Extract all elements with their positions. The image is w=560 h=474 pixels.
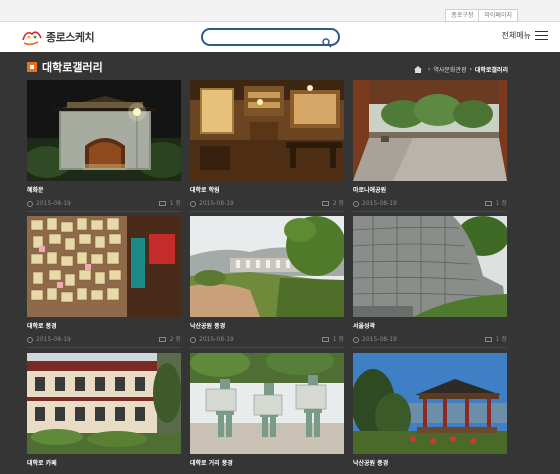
utility-links: 종로구청 마이페이지 bbox=[445, 9, 518, 22]
search-input[interactable] bbox=[211, 32, 321, 43]
search-icon[interactable] bbox=[322, 33, 332, 48]
clock-icon bbox=[353, 201, 359, 207]
gallery-meta: 2015-08-19 1 장 bbox=[190, 336, 344, 348]
gallery-caption[interactable]: 대학로 카페 bbox=[27, 460, 181, 468]
clock-icon bbox=[190, 201, 196, 207]
gallery-thumbnail[interactable] bbox=[27, 216, 181, 317]
mypage-link[interactable]: 마이페이지 bbox=[478, 10, 517, 21]
gallery-item[interactable]: 낙산공원 풍경 2015-08-19 1 장 bbox=[190, 216, 344, 348]
all-menu-button[interactable]: 전체메뉴 bbox=[502, 30, 548, 41]
gallery-caption[interactable]: 낙산공원 풍경 bbox=[353, 460, 507, 468]
gallery-caption[interactable]: 서울성곽 bbox=[353, 323, 507, 331]
gallery-date: 2015-08-19 bbox=[199, 200, 234, 207]
photo-count-icon bbox=[485, 337, 492, 342]
page-title: 대학로갤러리 bbox=[42, 61, 103, 74]
site-header: 종로스케치 전체메뉴 bbox=[0, 22, 560, 52]
gallery-photo-count: 1 장 bbox=[332, 336, 344, 343]
photo-count-icon bbox=[322, 201, 329, 206]
gallery-caption[interactable]: 대학로 학림 bbox=[190, 187, 344, 195]
gallery-date: 2015-08-19 bbox=[362, 336, 397, 343]
gallery-caption[interactable]: 대학로 풍경 bbox=[27, 323, 181, 331]
photo-count-icon bbox=[485, 201, 492, 206]
gallery-item[interactable]: 대학로 학림 2015-08-19 2 장 bbox=[190, 80, 344, 212]
page-title-bar: 대학로갤러리 › 역사문화관광 › 대학로갤러리 bbox=[0, 52, 560, 80]
logo-emblem-icon bbox=[20, 26, 44, 48]
gallery-caption[interactable]: 대학로 거리 풍경 bbox=[190, 460, 344, 468]
clock-icon bbox=[353, 337, 359, 343]
gallery-meta: 2015-08-19 1 장 bbox=[27, 200, 181, 212]
jongno-office-link[interactable]: 종로구청 bbox=[446, 10, 478, 21]
gallery-caption[interactable]: 혜화문 bbox=[27, 187, 181, 195]
gallery-date: 2015-08-19 bbox=[36, 200, 71, 207]
breadcrumb-item-culture[interactable]: 역사문화관광 bbox=[433, 65, 466, 74]
gallery-thumbnail[interactable] bbox=[353, 353, 507, 454]
photo-count-icon bbox=[159, 201, 166, 206]
search-box bbox=[201, 28, 340, 48]
gallery-meta: 2015-08-19 1 장 bbox=[353, 200, 507, 212]
gallery-meta: 2015-08-19 2 장 bbox=[27, 336, 181, 348]
gallery-caption[interactable]: 낙산공원 풍경 bbox=[190, 323, 344, 331]
gallery-thumbnail[interactable] bbox=[190, 216, 344, 317]
utility-bar: 종로구청 마이페이지 bbox=[0, 0, 560, 22]
gallery-date: 2015-08-19 bbox=[362, 200, 397, 207]
gallery-photo-count: 1 장 bbox=[495, 336, 507, 343]
logo-text: 종로스케치 bbox=[46, 31, 95, 44]
gallery-date: 2015-08-19 bbox=[36, 336, 71, 343]
gallery-item[interactable]: 대학로 거리 풍경 bbox=[190, 353, 344, 468]
photo-count-icon bbox=[159, 337, 166, 342]
breadcrumb-separator: › bbox=[427, 66, 431, 73]
gallery-thumbnail[interactable] bbox=[27, 80, 181, 181]
gallery-caption[interactable]: 마로니에공원 bbox=[353, 187, 507, 195]
gallery-photo-count: 1 장 bbox=[495, 200, 507, 207]
gallery-item[interactable]: 대학로 풍경 2015-08-19 2 장 bbox=[27, 216, 181, 348]
gallery-meta: 2015-08-19 1 장 bbox=[353, 336, 507, 348]
gallery-item[interactable]: 혜화문 2015-08-19 1 장 bbox=[27, 80, 181, 212]
hamburger-icon bbox=[535, 30, 548, 41]
site-logo[interactable]: 종로스케치 bbox=[20, 26, 95, 48]
gallery-item[interactable]: 마로니에공원 2015-08-19 1 장 bbox=[353, 80, 507, 212]
breadcrumb-item-current: 대학로갤러리 bbox=[474, 67, 508, 74]
home-icon[interactable] bbox=[413, 66, 422, 73]
all-menu-label: 전체메뉴 bbox=[501, 31, 531, 40]
clock-icon bbox=[27, 201, 33, 207]
breadcrumb: › 역사문화관광 › 대학로갤러리 bbox=[413, 65, 508, 74]
title-bullet-icon bbox=[27, 62, 37, 72]
clock-icon bbox=[27, 337, 33, 343]
gallery-thumbnail[interactable] bbox=[353, 216, 507, 317]
gallery-thumbnail[interactable] bbox=[27, 353, 181, 454]
gallery-item[interactable]: 서울성곽 2015-08-19 1 장 bbox=[353, 216, 507, 348]
gallery-photo-count: 1 장 bbox=[169, 200, 181, 207]
gallery-item[interactable]: 대학로 카페 bbox=[27, 353, 181, 468]
gallery-thumbnail[interactable] bbox=[190, 353, 344, 454]
gallery-date: 2015-08-19 bbox=[199, 336, 234, 343]
gallery-meta: 2015-08-19 2 장 bbox=[190, 200, 344, 212]
gallery-photo-count: 2 장 bbox=[169, 336, 181, 343]
clock-icon bbox=[190, 337, 196, 343]
gallery-thumbnail[interactable] bbox=[353, 80, 507, 181]
gallery-thumbnail[interactable] bbox=[190, 80, 344, 181]
breadcrumb-separator: › bbox=[469, 66, 472, 73]
photo-count-icon bbox=[322, 337, 329, 342]
gallery-item[interactable]: 낙산공원 풍경 bbox=[353, 353, 507, 468]
gallery-photo-count: 2 장 bbox=[332, 200, 344, 207]
